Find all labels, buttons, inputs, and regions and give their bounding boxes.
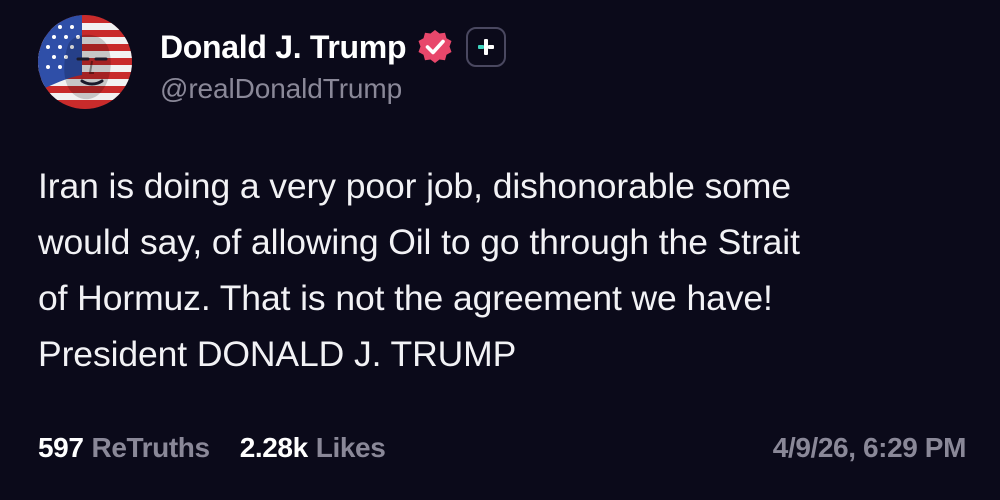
avatar-image <box>38 15 132 109</box>
plus-icon[interactable] <box>466 27 507 67</box>
retruths-stat[interactable]: 597 ReTruths <box>38 432 210 464</box>
post-header: Donald J. Trump @realDonaldTrump <box>38 15 507 111</box>
post-body-line: Iran is doing a very poor job, dishonora… <box>38 166 791 206</box>
author-handle[interactable]: @realDonaldTrump <box>160 73 506 105</box>
post-body: Iran is doing a very poor job, dishonora… <box>38 158 968 382</box>
likes-count: 2.28k <box>239 432 308 463</box>
post-timestamp[interactable]: 4/9/26, 6:29 PM <box>773 432 967 464</box>
verified-badge-icon <box>416 28 454 66</box>
retruths-label: ReTruths <box>91 432 211 463</box>
retruths-count: 597 <box>38 432 84 463</box>
author-identity: Donald J. Trump @realDonaldTrump <box>160 25 507 105</box>
likes-stat[interactable]: 2.28k Likes <box>240 432 386 464</box>
avatar[interactable] <box>38 15 132 109</box>
name-row: Donald J. Trump <box>160 25 507 69</box>
likes-label: Likes <box>315 432 386 463</box>
post-card: Donald J. Trump @realDonaldTrump Iran is… <box>0 0 1000 500</box>
author-display-name[interactable]: Donald J. Trump <box>160 29 407 66</box>
post-body-line: of Hormuz. That is not the agreement we … <box>38 278 773 318</box>
post-body-line: President DONALD J. TRUMP <box>38 334 517 374</box>
post-footer: 597 ReTruths 2.28k Likes 4/9/26, 6:29 PM <box>38 428 966 468</box>
post-body-line: would say, of allowing Oil to go through… <box>38 222 800 262</box>
